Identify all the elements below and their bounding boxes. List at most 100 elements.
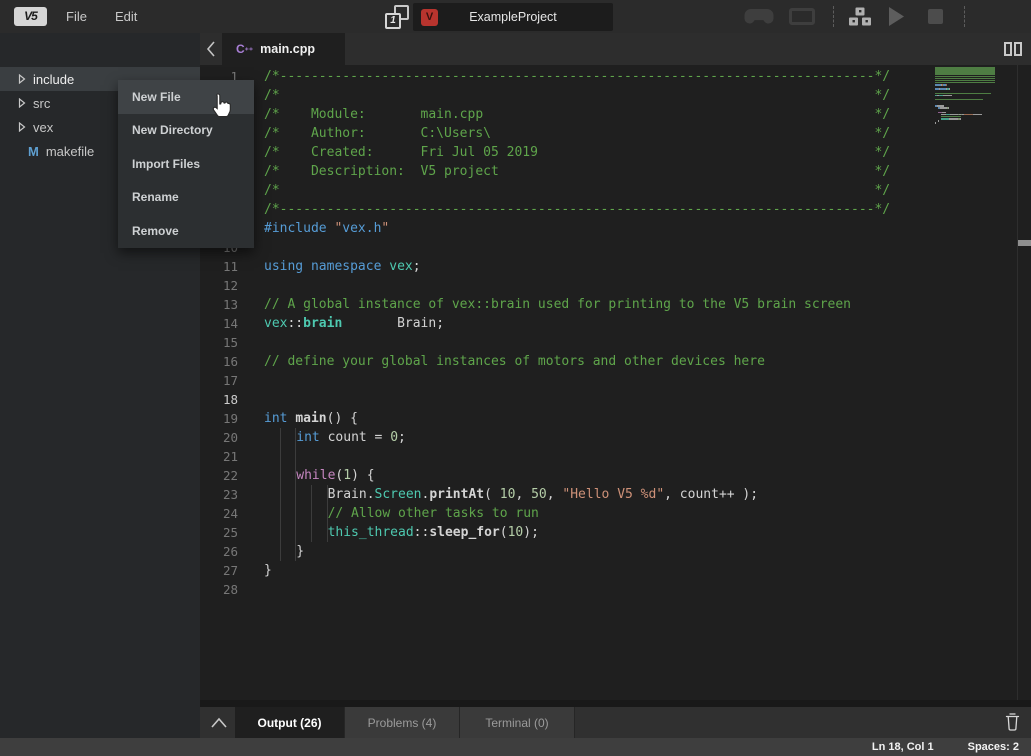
line-number: 25 [200,523,246,542]
panel-tab-problems[interactable]: Problems (4) [345,707,460,738]
code-line-17[interactable]: 17 [200,371,1031,390]
code-line-26[interactable]: 26} [200,542,1031,561]
line-content: while(1) { [264,466,375,485]
context-menu-item-rename[interactable]: Rename [118,181,254,215]
code-line-23[interactable]: 23Brain.Screen.printAt( 10, 50, "Hello V… [200,485,1031,504]
line-number: 19 [200,409,246,428]
slot-number: 1 [385,13,401,29]
panel-tab-output[interactable]: Output (26) [235,707,345,738]
code-line-21[interactable]: 21 [200,447,1031,466]
panel-divider [200,700,1031,707]
code-line-8[interactable]: 8/*-------------------------------------… [200,200,1031,219]
code-line-15[interactable]: 15 [200,333,1031,352]
line-number: 21 [200,447,246,466]
line-content: /* Module: main.cpp */ [264,105,890,124]
tree-item-label: makefile [46,144,94,159]
panel-collapse-chevron-icon[interactable] [210,716,228,729]
cursor-position[interactable]: Ln 18, Col 1 [872,741,934,753]
code-line-27[interactable]: 27} [200,561,1031,580]
line-number: 24 [200,504,246,523]
line-content: /* */ [264,181,890,200]
editor-tab-strip: C⁺⁺ main.cpp [200,33,1031,65]
hand-cursor-icon [208,92,232,125]
bottom-panel-tabs: Output (26)Problems (4)Terminal (0) [200,707,1031,738]
code-line-4[interactable]: 4/* Author: C:\Users\ */ [200,124,1031,143]
context-menu-item-import-files[interactable]: Import Files [118,147,254,181]
menu-file[interactable]: File [66,9,87,24]
code-line-22[interactable]: 22 while(1) { [200,466,1031,485]
toolbar-divider [964,6,965,27]
slot-selector[interactable]: 1 [385,5,409,29]
line-content: /* Created: Fri Jul 05 2019 */ [264,143,890,162]
code-line-18[interactable]: 18 [200,390,1031,409]
code-line-1[interactable]: 1/*-------------------------------------… [200,67,1031,86]
tab-label: main.cpp [260,42,315,56]
line-content: vex::brain Brain; [264,314,444,333]
back-chevron-icon[interactable] [204,39,224,59]
project-name-box[interactable]: V ExampleProject [413,3,613,31]
indentation-setting[interactable]: Spaces: 2 [968,741,1019,753]
line-content: int main() { [264,409,358,428]
line-content: /* Author: C:\Users\ */ [264,124,890,143]
context-menu-item-new-file[interactable]: New File [118,80,254,114]
line-content: } [264,542,304,561]
line-content: int count = 0; [264,428,406,447]
code-line-25[interactable]: 25this_thread::sleep_for(10); [200,523,1031,542]
toolbar-divider [833,6,834,27]
chevron-right-icon [18,98,26,108]
code-line-9[interactable]: 9#include "vex.h" [200,219,1031,238]
line-content: // Allow other tasks to run [264,504,539,523]
play-icon[interactable] [889,0,904,33]
line-number: 22 [200,466,246,485]
line-number: 26 [200,542,246,561]
code-line-24[interactable]: 24 // Allow other tasks to run [200,504,1031,523]
code-line-12[interactable]: 12 [200,276,1031,295]
line-content: } [264,561,272,580]
code-line-11[interactable]: 11using namespace vex; [200,257,1031,276]
code-line-2[interactable]: 2/* */ [200,86,1031,105]
line-number: 28 [200,580,246,599]
download-icon[interactable] [847,0,873,33]
tree-item-label: vex [33,120,53,135]
context-menu-item-new-directory[interactable]: New Directory [118,114,254,148]
code-line-7[interactable]: 7/* */ [200,181,1031,200]
line-number: 14 [200,314,246,333]
code-editor[interactable]: 1/*-------------------------------------… [200,65,1031,700]
panel-tab-terminal[interactable]: Terminal (0) [460,707,575,738]
code-line-6[interactable]: 6/* Description: V5 project */ [200,162,1031,181]
line-content: // define your global instances of motor… [264,352,765,371]
line-number: 20 [200,428,246,447]
status-bar: Ln 18, Col 1 Spaces: 2 [0,738,1031,756]
line-number: 11 [200,257,246,276]
code-line-14[interactable]: 14 vex::brain Brain; [200,314,1031,333]
trash-icon[interactable] [1004,712,1021,737]
stop-icon[interactable] [928,0,943,33]
code-line-10[interactable]: 10 [200,238,1031,257]
menu-edit[interactable]: Edit [115,9,137,24]
code-line-28[interactable]: 28 [200,580,1031,599]
tab-main-cpp[interactable]: C⁺⁺ main.cpp [222,33,345,65]
menubar: V5 File Edit 1 V ExampleProject [0,0,1031,33]
context-menu: New FileNew DirectoryImport FilesRenameR… [118,80,254,248]
code-line-16[interactable]: 16// define your global instances of mot… [200,352,1031,371]
line-content: /* Description: V5 project */ [264,162,890,181]
scrollbar-thumb[interactable] [1018,240,1031,246]
vex-v5-logo: V5 [14,7,47,26]
line-content: // A global instance of vex::brain used … [264,295,851,314]
context-menu-item-remove[interactable]: Remove [118,214,254,248]
split-editor-icon[interactable] [1004,42,1022,56]
line-content: /*--------------------------------------… [264,67,890,86]
minimap[interactable] [935,67,1017,127]
code-line-20[interactable]: 20 int count = 0; [200,428,1031,447]
code-line-13[interactable]: 13// A global instance of vex::brain use… [200,295,1031,314]
code-line-5[interactable]: 5/* Created: Fri Jul 05 2019 */ [200,143,1031,162]
line-content: /*--------------------------------------… [264,200,890,219]
code-line-19[interactable]: 19 int main() { [200,409,1031,428]
vexcode-window: V5 File Edit 1 V ExampleProject [0,0,1031,756]
line-number: 12 [200,276,246,295]
overview-ruler [1017,65,1018,700]
brain-screen-icon[interactable] [789,0,815,33]
menubar-menus: File Edit [66,0,137,33]
controller-icon[interactable] [744,0,774,33]
code-line-3[interactable]: 3/* Module: main.cpp */ [200,105,1031,124]
